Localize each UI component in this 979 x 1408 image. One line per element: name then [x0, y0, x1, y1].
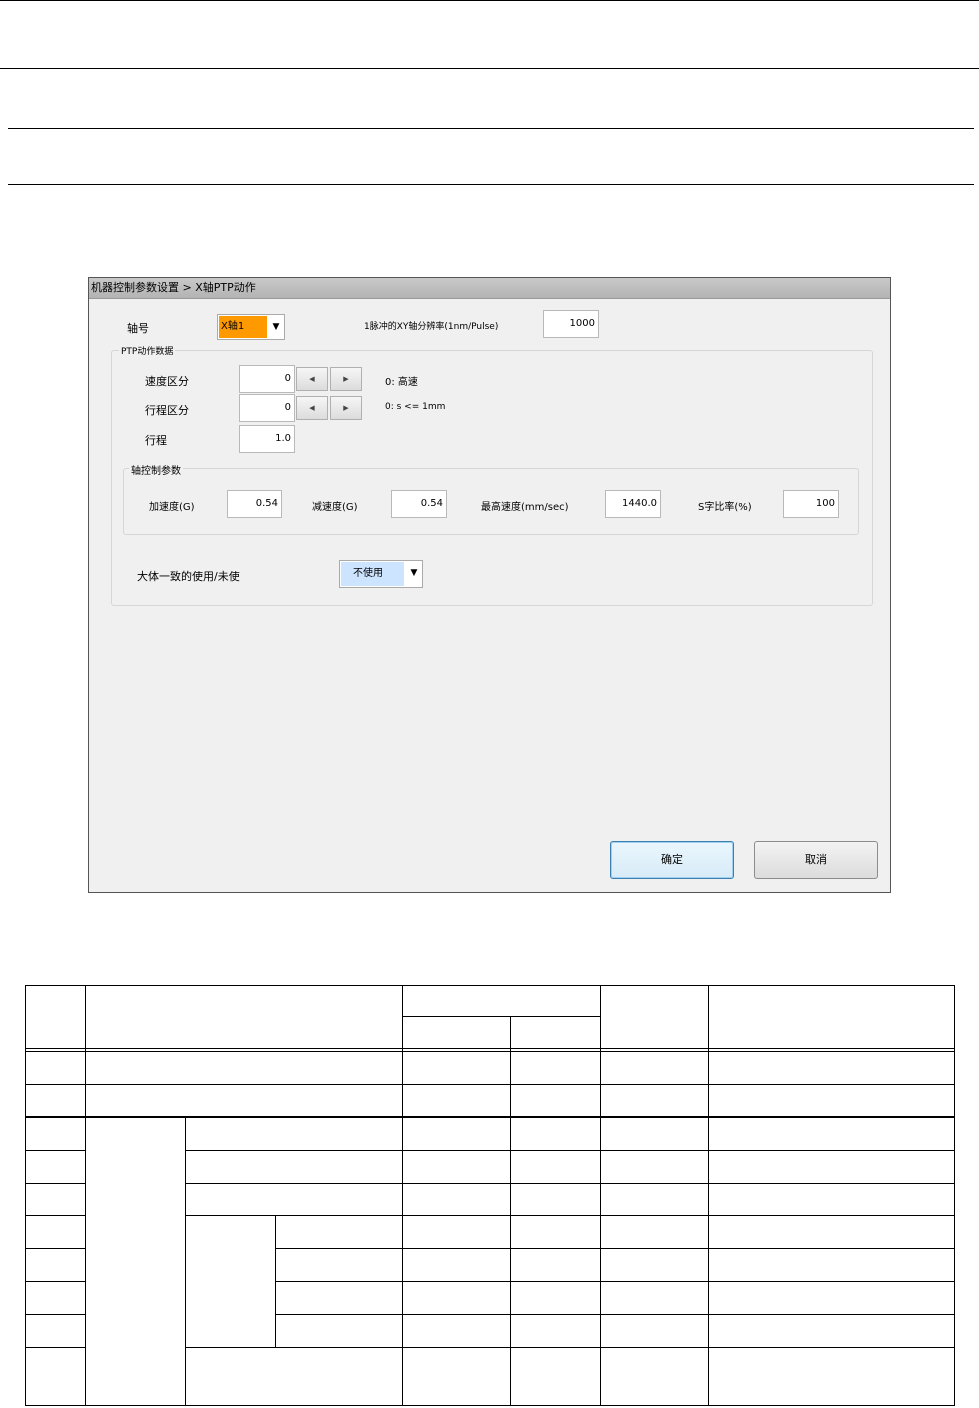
max-speed-input[interactable]: 1440.0: [605, 490, 661, 518]
table-row-line: [25, 1248, 85, 1249]
chevron-down-icon: ▼: [268, 315, 284, 339]
section-rule-upper: [8, 128, 974, 129]
table-col-line: [510, 1016, 511, 1406]
table-row-line: [25, 1281, 85, 1282]
axis-select[interactable]: X轴1 ▼: [217, 314, 285, 340]
axis-select-value: X轴1: [219, 316, 267, 338]
table-row-line: [25, 1084, 955, 1085]
approx-select[interactable]: 不使用 ▼: [339, 560, 423, 588]
speed-class-decrement[interactable]: ◀: [296, 367, 328, 391]
table-col-line: [708, 985, 709, 1406]
stroke-class-decrement[interactable]: ◀: [296, 396, 328, 420]
stroke-class-label: 行程区分: [145, 404, 189, 417]
header-rule: [0, 68, 979, 69]
speed-class-input[interactable]: 0: [239, 365, 295, 393]
speed-class-label: 速度区分: [145, 375, 189, 388]
resolution-label: 1脉冲的XY轴分辨率(1nm/Pulse): [364, 322, 499, 332]
table-row-line: [25, 1116, 955, 1118]
speed-class-increment[interactable]: ▶: [330, 367, 362, 391]
table-row-line: [25, 1183, 85, 1184]
table-row-line: [185, 1215, 955, 1216]
table-col-line: [85, 985, 86, 1406]
cancel-button[interactable]: 取消: [754, 841, 878, 879]
table-col-line: [402, 985, 403, 1406]
triangle-right-icon: ▶: [343, 404, 349, 412]
decel-input[interactable]: 0.54: [391, 490, 447, 518]
accel-label: 加速度(G): [149, 502, 195, 513]
table-col-line: [600, 985, 601, 1406]
triangle-right-icon: ▶: [343, 375, 349, 383]
table-header-line-1: [25, 1048, 955, 1049]
ok-button[interactable]: 确定: [610, 841, 734, 879]
triangle-left-icon: ◀: [309, 404, 315, 412]
axis-control-group-label: 轴控制参数: [129, 462, 183, 477]
table-row-line: [185, 1183, 955, 1184]
table-row-line: [275, 1248, 955, 1249]
stroke-label: 行程: [145, 434, 167, 447]
table-row-line: [185, 1150, 955, 1151]
decel-label: 减速度(G): [312, 502, 358, 513]
stroke-class-input[interactable]: 0: [239, 394, 295, 422]
table-row-line: [275, 1281, 955, 1282]
table-row-line: [25, 1150, 85, 1151]
table-col-line: [185, 1116, 186, 1406]
stroke-class-note: 0: s <= 1mm: [385, 402, 446, 412]
parameter-table: [25, 985, 955, 1406]
ptp-group-label: PTP动作数据: [119, 344, 176, 357]
stroke-class-increment[interactable]: ▶: [330, 396, 362, 420]
stroke-input[interactable]: 1.0: [239, 425, 295, 453]
s-ratio-input[interactable]: 100: [783, 490, 839, 518]
ptp-settings-dialog: 机器控制参数设置 > X轴PTP动作 轴号 X轴1 ▼ 1脉冲的XY轴分辨率(1…: [88, 277, 891, 893]
table-header-line-2: [25, 1051, 955, 1052]
approx-select-value: 不使用: [341, 562, 404, 586]
speed-class-note: 0: 高速: [385, 377, 418, 388]
table-border-bottom: [25, 1405, 955, 1406]
table-row-line: [275, 1314, 955, 1315]
table-row-line: [25, 1215, 85, 1216]
table-row-line: [185, 1347, 955, 1348]
max-speed-label: 最高速度(mm/sec): [481, 502, 569, 513]
table-row-line: [25, 1314, 85, 1315]
table-col-line: [275, 1215, 276, 1347]
resolution-input[interactable]: 1000: [543, 310, 599, 338]
approx-label: 大体一致的使用/未使: [137, 570, 240, 583]
table-row-line: [25, 1347, 85, 1348]
axis-label: 轴号: [127, 322, 149, 335]
chevron-down-icon: ▼: [406, 561, 422, 587]
section-rule-lower: [8, 184, 974, 185]
top-rule: [0, 0, 979, 1]
table-header-subline: [402, 1016, 600, 1017]
s-ratio-label: S字比率(%): [698, 502, 752, 513]
accel-input[interactable]: 0.54: [227, 490, 282, 518]
dialog-title: 机器控制参数设置 > X轴PTP动作: [89, 278, 890, 299]
table-border-top: [25, 985, 955, 986]
triangle-left-icon: ◀: [309, 375, 315, 383]
